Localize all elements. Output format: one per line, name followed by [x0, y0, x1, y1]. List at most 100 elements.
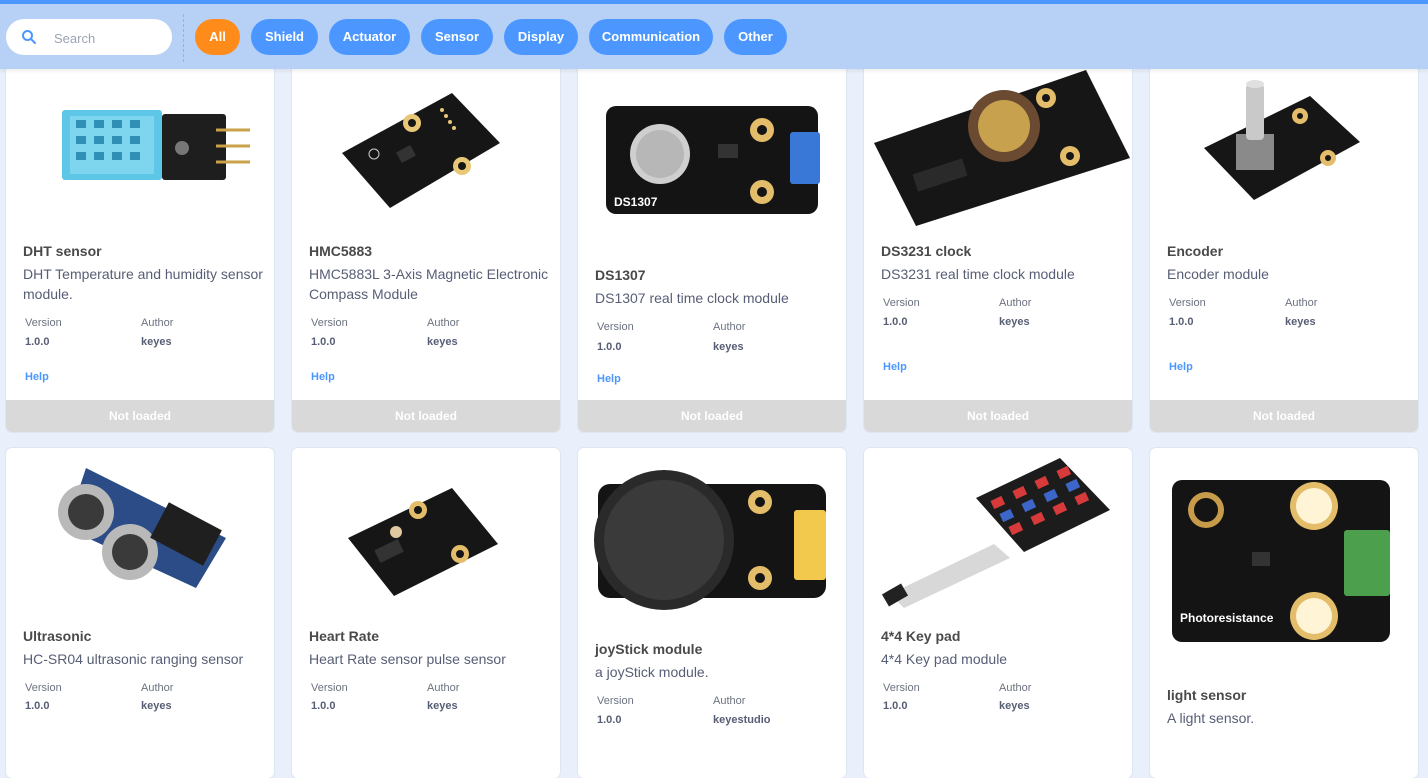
search-input[interactable] — [52, 27, 166, 49]
board-label: Photoresistance — [1180, 611, 1274, 625]
card-title: Ultrasonic — [23, 628, 92, 644]
board-label: DS1307 — [614, 195, 658, 209]
card-title: DHT sensor — [23, 243, 102, 259]
version-label: Version — [1169, 297, 1206, 309]
version-value: 1.0.0 — [311, 700, 336, 712]
light-sensor-module-image: Photoresistance — [1172, 480, 1390, 642]
load-status-bar[interactable]: Not loaded — [6, 400, 274, 432]
extension-card[interactable]: 4*4 Key pad 4*4 Key pad module Version A… — [864, 448, 1132, 778]
version-value: 1.0.0 — [311, 336, 336, 348]
help-link[interactable]: Help — [1169, 361, 1193, 373]
author-label: Author — [427, 682, 460, 694]
extension-card[interactable]: DS1307 DS1307 DS1307 real time clock mod… — [578, 48, 846, 432]
load-status-bar[interactable]: Not loaded — [292, 400, 560, 432]
extension-card[interactable]: HMC5883 HMC5883L 3-Axis Magnetic Electro… — [292, 48, 560, 432]
heart-rate-module-image — [348, 488, 498, 596]
author-label: Author — [713, 695, 746, 707]
card-title: 4*4 Key pad — [881, 628, 961, 644]
ds1307-module-image: DS1307 — [606, 106, 820, 214]
card-title: DS1307 — [595, 267, 646, 283]
ds3231-module-image — [874, 70, 1130, 226]
author-value: keyes — [999, 700, 1030, 712]
author-value: keyes — [141, 700, 172, 712]
version-value: 1.0.0 — [25, 336, 50, 348]
card-description: A light sensor. — [1167, 710, 1255, 726]
load-status-bar[interactable]: Not loaded — [1150, 400, 1418, 432]
search-icon — [22, 30, 36, 44]
version-value: 1.0.0 — [597, 341, 622, 353]
card-description: 4*4 Key pad module — [881, 651, 1008, 667]
card-description: a joyStick module. — [595, 664, 709, 680]
version-label: Version — [25, 317, 62, 329]
version-value: 1.0.0 — [597, 714, 622, 726]
version-value: 1.0.0 — [883, 700, 908, 712]
author-label: Author — [1285, 297, 1318, 309]
load-status-bar[interactable]: Not loaded — [578, 400, 846, 432]
card-description: Encoder module — [1167, 266, 1269, 282]
extension-card[interactable]: Encoder Encoder module Version Author 1.… — [1150, 48, 1418, 432]
card-description: HC-SR04 ultrasonic ranging sensor — [23, 651, 244, 667]
version-value: 1.0.0 — [1169, 316, 1194, 328]
dht-sensor-image — [62, 110, 250, 180]
version-label: Version — [25, 682, 62, 694]
author-value: keyes — [713, 341, 744, 353]
version-label: Version — [311, 682, 348, 694]
card-title: HMC5883 — [309, 243, 373, 259]
author-label: Author — [141, 317, 174, 329]
author-label: Author — [141, 682, 174, 694]
filter-display[interactable]: Display — [504, 19, 578, 55]
version-label: Version — [597, 321, 634, 333]
card-title: Encoder — [1167, 243, 1224, 259]
card-description: HMC5883L 3-Axis Magnetic Electronic Comp… — [309, 266, 549, 302]
extension-card[interactable]: Heart Rate Heart Rate sensor pulse senso… — [292, 448, 560, 778]
card-description: DS1307 real time clock module — [595, 290, 789, 306]
help-link[interactable]: Help — [883, 361, 907, 373]
author-value: keyes — [141, 336, 172, 348]
filter-toolbar: All Shield Actuator Sensor Display Commu… — [0, 4, 1428, 69]
card-title: joyStick module — [595, 641, 703, 657]
hmc5883-module-image — [342, 93, 500, 208]
author-label: Author — [999, 297, 1032, 309]
author-value: keyes — [427, 700, 458, 712]
help-link[interactable]: Help — [311, 371, 335, 383]
card-description: DS3231 real time clock module — [881, 266, 1075, 282]
extension-card[interactable]: joyStick module a joyStick module. Versi… — [578, 448, 846, 778]
card-title: light sensor — [1167, 687, 1247, 703]
help-link[interactable]: Help — [597, 373, 621, 385]
filter-other[interactable]: Other — [724, 19, 787, 55]
card-title: DS3231 clock — [881, 243, 972, 259]
filter-actuator[interactable]: Actuator — [329, 19, 410, 55]
author-label: Author — [713, 321, 746, 333]
extension-card[interactable]: DS3231 clock DS3231 real time clock modu… — [864, 48, 1132, 432]
author-value: keyes — [999, 316, 1030, 328]
help-link[interactable]: Help — [25, 371, 49, 383]
filter-communication[interactable]: Communication — [589, 19, 713, 55]
extension-card[interactable]: DHT sensor DHT Temperature and humidity … — [6, 48, 274, 432]
filter-shield[interactable]: Shield — [251, 19, 318, 55]
version-value: 1.0.0 — [883, 316, 908, 328]
extension-card[interactable]: Ultrasonic HC-SR04 ultrasonic ranging se… — [6, 448, 274, 778]
version-label: Version — [597, 695, 634, 707]
author-value: keyes — [1285, 316, 1316, 328]
author-value: keyestudio — [713, 714, 771, 726]
joystick-module-image — [594, 470, 826, 610]
load-status-bar[interactable]: Not loaded — [864, 400, 1132, 432]
extension-card[interactable]: Photoresistance light sensor A light sen… — [1150, 448, 1418, 778]
author-label: Author — [427, 317, 460, 329]
card-description: DHT Temperature and humidity sensor modu… — [23, 266, 263, 302]
version-label: Version — [883, 682, 920, 694]
encoder-module-image — [1204, 80, 1360, 200]
keypad-module-image — [881, 458, 1110, 608]
filter-sensor[interactable]: Sensor — [421, 19, 493, 55]
toolbar-divider — [183, 14, 184, 62]
version-value: 1.0.0 — [25, 700, 50, 712]
version-label: Version — [311, 317, 348, 329]
author-label: Author — [999, 682, 1032, 694]
card-description: Heart Rate sensor pulse sensor — [309, 651, 506, 667]
filter-all[interactable]: All — [195, 19, 240, 55]
version-label: Version — [883, 297, 920, 309]
author-value: keyes — [427, 336, 458, 348]
ultrasonic-sensor-image — [58, 468, 226, 588]
card-title: Heart Rate — [309, 628, 380, 644]
search-box[interactable] — [6, 19, 172, 55]
